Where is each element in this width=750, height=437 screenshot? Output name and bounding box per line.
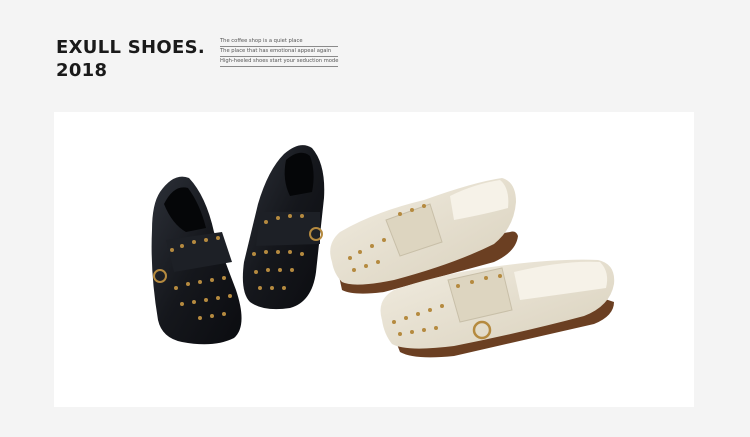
black-loafer-right: [242, 145, 325, 310]
tagline-list: The coffee shop is a quiet place The pla…: [220, 38, 339, 68]
tagline-2: The place that has emotional appeal agai…: [220, 48, 339, 57]
brand-line-1: EXULL SHOES.: [56, 37, 206, 58]
black-loafer-left: [151, 176, 242, 345]
tagline-3: High-heeled shoes start your seduction m…: [220, 58, 339, 67]
tagline-1: The coffee shop is a quiet place: [220, 38, 339, 47]
product-photo-illustration: [151, 145, 615, 358]
brand-line-2: 2018: [56, 60, 108, 81]
product-photo: [54, 112, 694, 407]
brand-title: EXULL SHOES. 2018: [56, 36, 205, 82]
